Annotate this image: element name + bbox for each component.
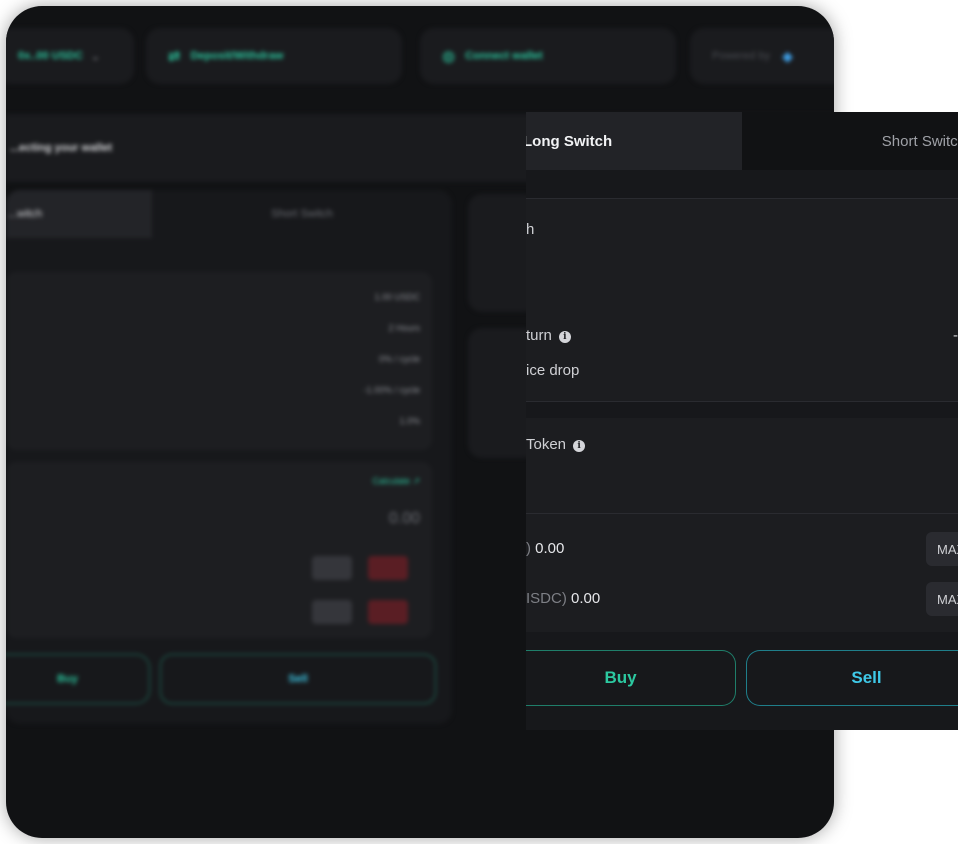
- max-button[interactable]: MAX: [926, 532, 958, 566]
- sell-button-label: Sell: [851, 668, 882, 687]
- background-info-row: 1.00 USDC: [374, 292, 420, 302]
- buy-button-label: Buy: [604, 668, 637, 687]
- connect-wallet-button[interactable]: ◍ Connect wallet: [420, 28, 676, 84]
- token-row: Token i: [526, 436, 586, 453]
- wallet-banner-text: ...ecting your wallet: [10, 142, 113, 154]
- background-info-row: 0% / cycle: [378, 354, 420, 364]
- balance-pill-label: 0x..00 USDC: [18, 50, 83, 62]
- background-info-row: 1.0%: [399, 416, 420, 426]
- balance-pill[interactable]: 0x..00 USDC ⌄: [6, 28, 134, 84]
- deposit-withdraw-button[interactable]: ⇄ Deposit/Withdraw: [146, 28, 402, 84]
- return-label: turn: [526, 327, 552, 344]
- balance-label: ): [526, 540, 531, 557]
- connect-wallet-label: Connect wallet: [465, 50, 543, 62]
- return-value: -: [953, 327, 958, 344]
- balance-row: ISDC) 0.00: [526, 590, 600, 607]
- return-row: turn i: [526, 327, 571, 344]
- max-button-label: MAX: [937, 591, 958, 607]
- balance-value: 0.00: [535, 540, 565, 557]
- info-icon[interactable]: i: [573, 440, 586, 452]
- tab-short-switch[interactable]: Short Switch: [742, 112, 958, 170]
- max-button[interactable]: MAX: [926, 582, 958, 616]
- background-info-row: -1.00% / cycle: [363, 385, 420, 395]
- background-tab-short[interactable]: Short Switch: [152, 190, 452, 238]
- tab-short-switch-label: Short Switch: [881, 132, 958, 150]
- max-button-label: MAX: [937, 541, 958, 557]
- balance-value: 0.00: [571, 590, 601, 607]
- background-clear-chip[interactable]: [368, 556, 408, 580]
- token-select-block[interactable]: Token i: [526, 418, 958, 514]
- background-buy-label: Buy: [57, 673, 78, 685]
- background-tab-long[interactable]: ...witch: [6, 190, 152, 238]
- trade-panel: Long Switch Short Switch h turn i - ice d…: [526, 112, 958, 730]
- action-buttons: Buy Sell: [526, 632, 958, 730]
- background-usdc-chip[interactable]: [312, 600, 352, 624]
- background-amount-value: 0.00: [388, 510, 420, 527]
- background-sell-button[interactable]: Sell: [160, 654, 436, 704]
- balance-row: ) 0.00: [526, 540, 564, 557]
- background-info-row: 2 Hours: [388, 323, 420, 333]
- tab-long-switch-label: Long Switch: [526, 132, 613, 150]
- background-tabs: ...witch Short Switch: [6, 190, 452, 238]
- background-info-block: 1.00 USDC 2 Hours 0% / cycle -1.00% / cy…: [6, 272, 432, 450]
- background-sell-label: Sell: [288, 673, 308, 685]
- background-clear-chip[interactable]: [368, 600, 408, 624]
- tab-long-switch[interactable]: Long Switch: [526, 112, 742, 170]
- powered-by-label: Powered by: [712, 50, 771, 62]
- balance-label: ISDC): [526, 590, 567, 607]
- switch-tabs: Long Switch Short Switch: [526, 112, 958, 170]
- wallet-icon: ◍: [442, 48, 456, 65]
- token-label: Token: [526, 436, 567, 453]
- info-icon[interactable]: i: [558, 331, 571, 343]
- background-usdc-chip[interactable]: [312, 556, 352, 580]
- switch-info-title: h: [526, 221, 535, 238]
- switch-info-block: h turn i - ice drop: [526, 198, 958, 402]
- background-trade-card: ...witch Short Switch 1.00 USDC 2 Hours …: [6, 190, 452, 724]
- balance-block: ) 0.00 MAX ISDC) 0.00 MAX: [526, 514, 958, 632]
- chevron-down-icon: ⌄: [90, 50, 101, 63]
- brand-logo-icon: ◆: [782, 47, 793, 64]
- sell-button[interactable]: Sell: [746, 650, 958, 706]
- powered-by-badge: Powered by ◆: [690, 28, 834, 84]
- price-drop-label: ice drop: [526, 362, 580, 379]
- buy-button[interactable]: Buy: [526, 650, 736, 706]
- swap-icon: ⇄: [168, 48, 181, 65]
- background-buy-button[interactable]: Buy: [6, 654, 150, 704]
- background-form-block: Calculate ↗ 0.00: [6, 462, 432, 638]
- deposit-withdraw-label: Deposit/Withdraw: [190, 50, 284, 62]
- background-calculate-link[interactable]: Calculate ↗: [372, 476, 420, 487]
